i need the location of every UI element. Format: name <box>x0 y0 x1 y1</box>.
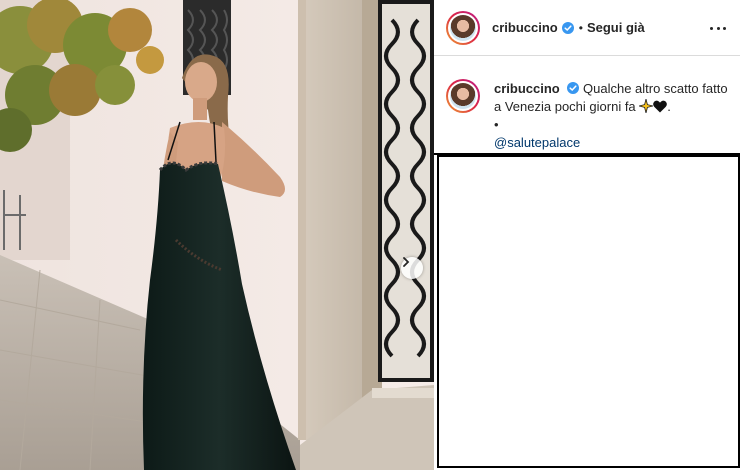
following-button[interactable]: Segui già <box>587 20 645 35</box>
avatar-image <box>450 14 476 41</box>
carousel-next-button[interactable] <box>401 257 423 279</box>
post-header: cribuccino • Segui già <box>434 0 740 56</box>
caption-avatar[interactable] <box>446 79 480 113</box>
more-options-icon[interactable] <box>710 20 726 36</box>
avatar[interactable] <box>446 10 480 45</box>
caption-line-1: Qualche altro scatto <box>583 81 699 96</box>
black-heart-emoji <box>653 100 668 113</box>
header-username[interactable]: cribuccino <box>492 20 558 35</box>
verified-badge-icon <box>561 21 574 34</box>
avatar-image <box>450 83 476 109</box>
caption-bullet: • <box>494 117 499 132</box>
separator-dot: • <box>578 20 583 35</box>
post-photo[interactable] <box>0 0 434 470</box>
caption-tail: . <box>667 99 671 114</box>
mention-link[interactable]: @salutepalace <box>494 135 580 150</box>
sparkles-emoji <box>639 99 654 113</box>
post-image <box>0 0 434 470</box>
comments-area <box>437 155 740 468</box>
caption-section: cribuccino Qualche altro scatto fatto a … <box>434 57 740 155</box>
caption-username[interactable]: cribuccino <box>494 81 560 96</box>
chevron-right-icon <box>403 257 410 267</box>
verified-badge-icon <box>567 82 580 94</box>
post-side-panel: cribuccino • Segui già cribuccino Qualch… <box>434 0 740 470</box>
caption-text: cribuccino Qualche altro scatto fatto a … <box>494 80 732 152</box>
